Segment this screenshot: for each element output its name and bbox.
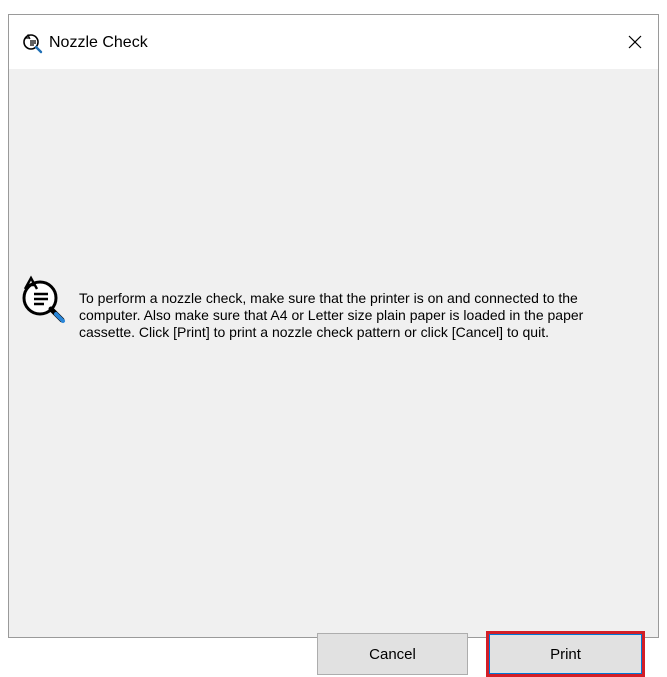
nozzle-check-magnifier-icon (16, 274, 72, 330)
nozzle-check-dialog: Nozzle Check To perform a nozzle check, … (8, 14, 659, 677)
close-icon (628, 35, 642, 49)
print-button[interactable]: Print (486, 631, 645, 677)
window-title: Nozzle Check (49, 34, 148, 51)
cancel-button[interactable]: Cancel (317, 633, 468, 675)
title-bar[interactable]: Nozzle Check (9, 15, 658, 69)
instruction-message: To perform a nozzle check, make sure tha… (79, 290, 584, 340)
close-button[interactable] (612, 15, 658, 69)
dialog-content: To perform a nozzle check, make sure tha… (9, 69, 658, 677)
nozzle-check-printer-icon (21, 32, 43, 54)
